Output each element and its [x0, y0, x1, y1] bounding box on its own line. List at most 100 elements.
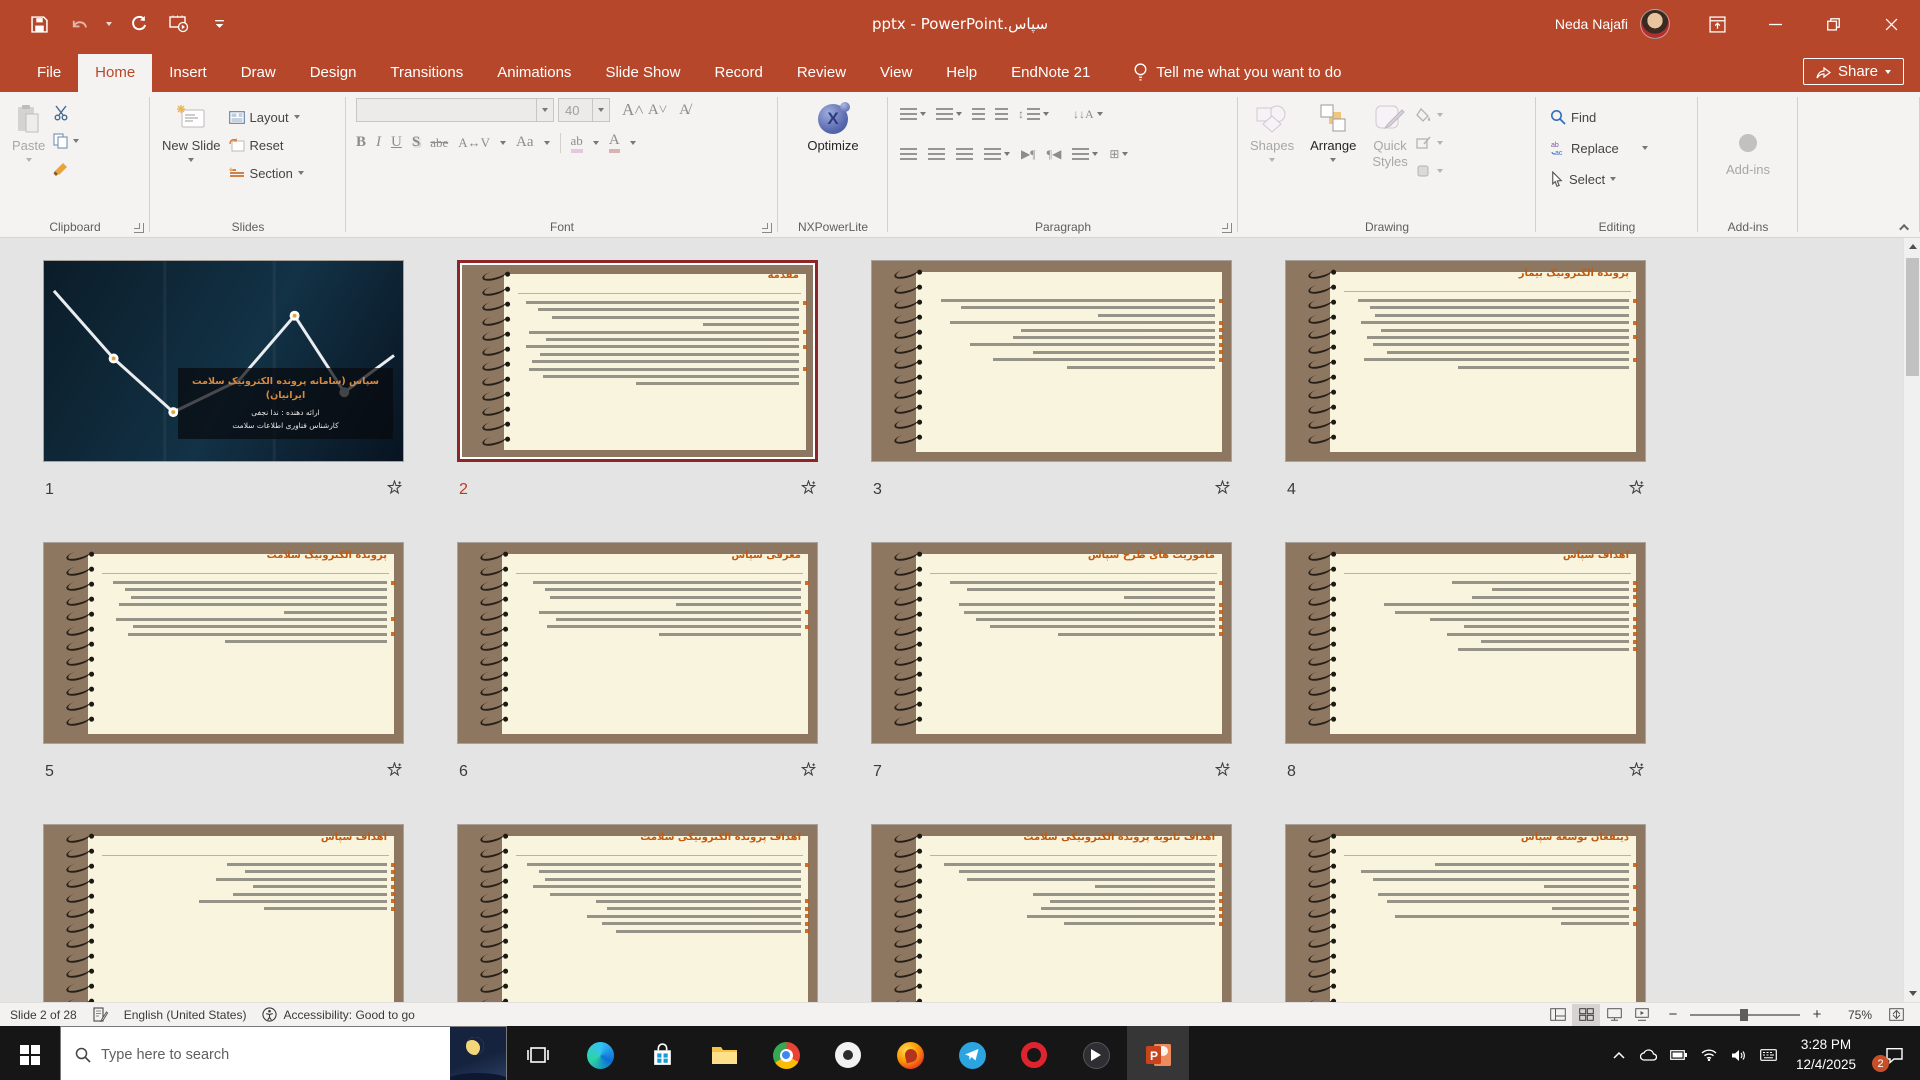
taskbar-clock[interactable]: 3:28 PM 12/4/2025 [1784, 1035, 1868, 1074]
customize-qat-icon[interactable] [206, 11, 232, 37]
tab-design[interactable]: Design [293, 54, 374, 92]
ribbon-display-options-icon[interactable] [1688, 0, 1746, 48]
task-view-button[interactable] [507, 1026, 569, 1080]
ltr-direction-button[interactable]: ▶¶ [1021, 147, 1036, 162]
clear-formatting-button[interactable]: A̸ [679, 102, 690, 119]
format-painter-button[interactable] [53, 158, 79, 180]
store-app[interactable] [631, 1026, 693, 1080]
volume-icon[interactable] [1724, 1026, 1754, 1080]
restore-button[interactable] [1804, 0, 1862, 48]
share-button[interactable]: Share [1802, 58, 1904, 85]
firefox-app[interactable] [879, 1026, 941, 1080]
line-spacing-button[interactable]: ↕ [1018, 107, 1049, 122]
battery-icon[interactable] [1664, 1026, 1694, 1080]
hidden-icons-button[interactable] [1604, 1026, 1634, 1080]
slide-thumbnail[interactable]: مقدمه [457, 260, 818, 462]
minimize-button[interactable] [1746, 0, 1804, 48]
new-slide-button[interactable]: New Slide [154, 98, 229, 215]
close-button[interactable] [1862, 0, 1920, 48]
section-button[interactable]: Section [228, 162, 304, 184]
powerpoint-app[interactable]: P [1127, 1026, 1189, 1080]
slide-sorter-view-button[interactable] [1572, 1003, 1600, 1026]
undo-icon[interactable] [66, 11, 92, 37]
font-size-combobox[interactable]: 40 [558, 98, 610, 122]
transition-star-icon[interactable] [800, 761, 817, 782]
slide-thumbnail[interactable]: ماموریت های طرح سپاس [871, 542, 1232, 744]
onedrive-icon[interactable] [1634, 1026, 1664, 1080]
tab-animations[interactable]: Animations [480, 54, 588, 92]
transition-star-icon[interactable] [1214, 761, 1231, 782]
file-explorer-app[interactable] [693, 1026, 755, 1080]
character-spacing-button[interactable]: A↔V [458, 135, 490, 151]
search-highlight-image[interactable] [450, 1027, 506, 1080]
paste-button[interactable]: Paste [4, 98, 53, 215]
language-keyboard-icon[interactable] [1754, 1026, 1784, 1080]
taskbar-search[interactable]: Type here to search [60, 1026, 507, 1080]
scrollbar-thumb[interactable] [1906, 258, 1919, 376]
clipboard-dialog-launcher[interactable] [134, 223, 144, 233]
shape-effects-button[interactable] [1416, 160, 1443, 182]
start-slideshow-icon[interactable] [166, 11, 192, 37]
slide-thumbnail[interactable]: اهداف سپاس [43, 824, 404, 1002]
align-left-button[interactable] [900, 147, 917, 161]
decrease-font-size-button[interactable]: A˅ [648, 102, 667, 119]
user-avatar[interactable] [1640, 9, 1670, 39]
slide-thumbnail[interactable]: ذینفعان توسعه سپاس [1285, 824, 1646, 1002]
tab-home[interactable]: Home [78, 54, 153, 92]
decrease-indent-button[interactable] [972, 107, 985, 121]
collapse-ribbon-button[interactable] [1896, 219, 1914, 235]
tab-endnote[interactable]: EndNote 21 [994, 54, 1107, 92]
numbering-button[interactable] [936, 107, 962, 121]
highlight-color-button[interactable]: ab [570, 133, 583, 153]
scroll-up-button[interactable] [1904, 238, 1920, 255]
justify-button[interactable] [984, 147, 1010, 161]
text-shadow-button[interactable]: S [412, 134, 420, 151]
transition-star-icon[interactable] [1628, 479, 1645, 500]
chrome-app[interactable] [755, 1026, 817, 1080]
zoom-slider-thumb[interactable] [1739, 1008, 1748, 1021]
tab-insert[interactable]: Insert [152, 54, 224, 92]
transition-star-icon[interactable] [1214, 479, 1231, 500]
tell-me-search[interactable]: Tell me what you want to do [1133, 63, 1341, 92]
bullets-button[interactable] [900, 107, 926, 121]
tab-view[interactable]: View [863, 54, 929, 92]
text-direction-button[interactable]: ↓↓A [1073, 107, 1103, 122]
media-player-app[interactable] [1065, 1026, 1127, 1080]
fit-to-window-button[interactable] [1882, 1004, 1910, 1026]
font-dialog-launcher[interactable] [762, 223, 772, 233]
zoom-in-button[interactable]: + [1810, 1006, 1824, 1023]
tab-draw[interactable]: Draw [224, 54, 293, 92]
tab-review[interactable]: Review [780, 54, 863, 92]
messenger-app[interactable] [941, 1026, 1003, 1080]
tab-file[interactable]: File [20, 54, 78, 92]
tab-help[interactable]: Help [929, 54, 994, 92]
select-button[interactable]: Select [1550, 168, 1694, 190]
white-disc-app[interactable] [817, 1026, 879, 1080]
redo-icon[interactable] [126, 11, 152, 37]
edge-app[interactable] [569, 1026, 631, 1080]
slide-thumbnail[interactable]: اهداف سپاس [1285, 542, 1646, 744]
transition-star-icon[interactable] [386, 479, 403, 500]
shape-outline-button[interactable] [1416, 132, 1443, 154]
zoom-percent[interactable]: 75% [1834, 1008, 1872, 1022]
slide-thumbnail[interactable] [871, 260, 1232, 462]
slide-thumbnail[interactable]: سپاس (سامانه پرونده الکترونیک سلامت ایرا… [43, 260, 404, 462]
user-name[interactable]: Neda Najafi [1555, 16, 1628, 32]
tab-slide-show[interactable]: Slide Show [588, 54, 697, 92]
transition-star-icon[interactable] [800, 479, 817, 500]
arrange-button[interactable]: Arrange [1302, 98, 1364, 215]
reset-button[interactable]: Reset [228, 134, 304, 156]
layout-button[interactable]: Layout [228, 106, 304, 128]
vertical-scrollbar[interactable] [1903, 238, 1920, 1002]
action-center-button[interactable]: 2 [1868, 1026, 1920, 1080]
replace-button[interactable]: ab ac Replace [1550, 137, 1694, 159]
bold-button[interactable]: B [356, 134, 366, 151]
rtl-direction-button[interactable]: ¶◀ [1047, 147, 1062, 162]
font-color-button[interactable]: A [608, 132, 620, 153]
opera-app[interactable] [1003, 1026, 1065, 1080]
wifi-icon[interactable] [1694, 1026, 1724, 1080]
tab-record[interactable]: Record [697, 54, 779, 92]
shapes-button[interactable]: Shapes [1242, 98, 1302, 215]
accessibility-status[interactable]: Accessibility: Good to go [262, 1007, 415, 1022]
reading-view-button[interactable] [1600, 1004, 1628, 1026]
